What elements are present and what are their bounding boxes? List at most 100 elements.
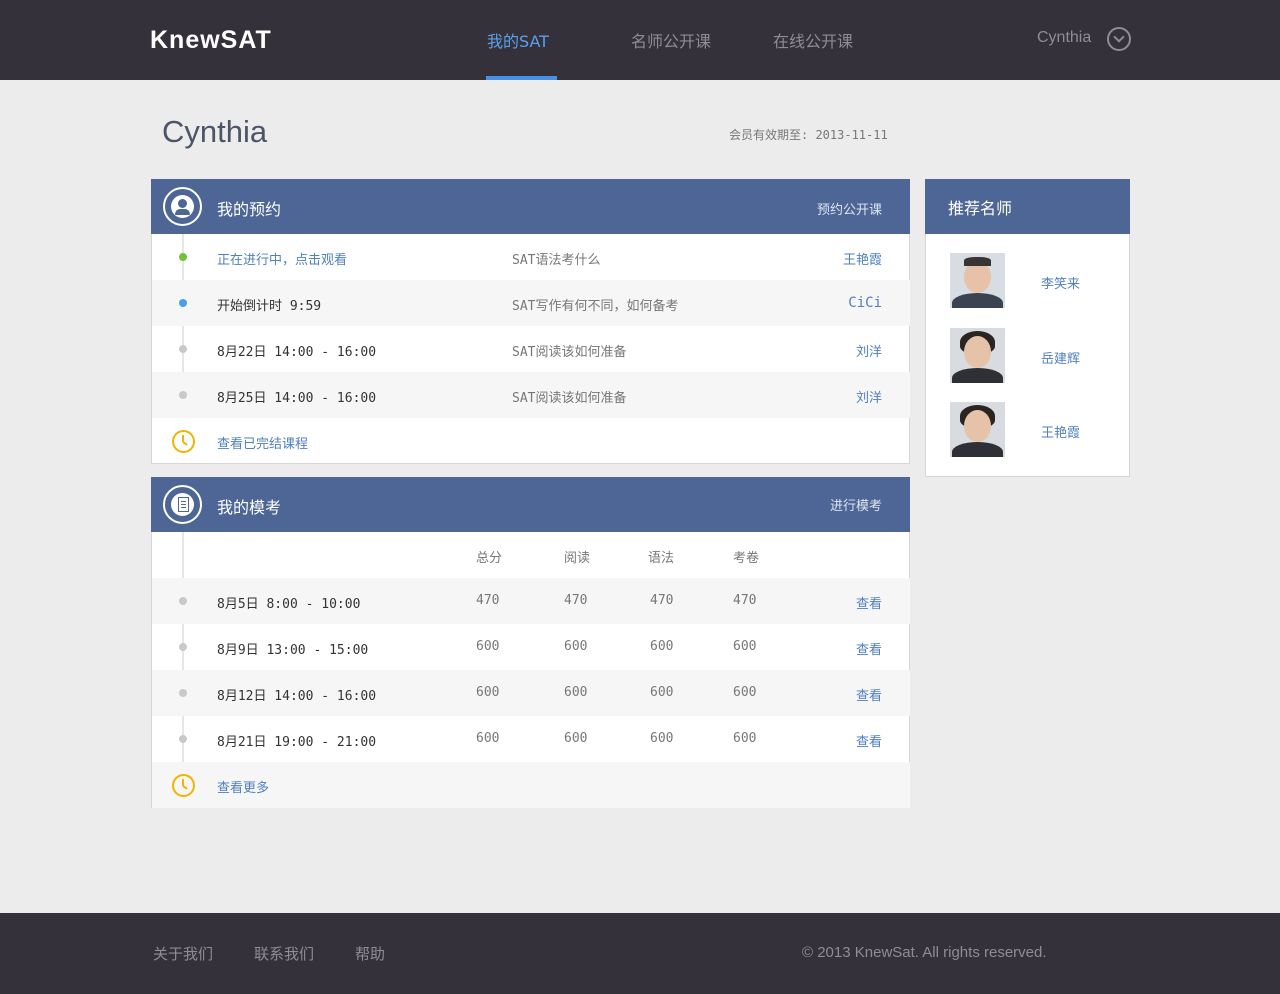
take-mock-exam-button[interactable]: 进行模考 bbox=[830, 495, 882, 514]
appointment-teacher[interactable]: CiCi bbox=[848, 295, 882, 311]
appointment-course: SAT阅读该如何准备 bbox=[512, 391, 627, 406]
user-icon bbox=[163, 187, 202, 226]
document-icon bbox=[163, 485, 202, 524]
view-exam-link[interactable]: 查看 bbox=[856, 685, 882, 704]
exam-grammar: 600 bbox=[650, 731, 674, 746]
exam-status-dot bbox=[179, 643, 187, 651]
live-status-dot bbox=[179, 253, 187, 261]
exam-paper: 600 bbox=[733, 685, 757, 700]
mock-exam-row: 8月5日 8:00 - 10:00 470 470 470 470 查看 bbox=[152, 578, 910, 624]
completed-courses-row[interactable]: 查看已完结课程 bbox=[152, 418, 910, 464]
teacher-avatar[interactable] bbox=[950, 402, 1005, 457]
exam-total: 600 bbox=[476, 685, 500, 700]
chevron-down-icon[interactable] bbox=[1107, 27, 1131, 51]
user-menu-name[interactable]: Cynthia bbox=[1037, 29, 1091, 47]
mock-exams-panel: 我的模考 进行模考 总分 阅读 语法 考卷 8月5日 8:00 - 10:00 … bbox=[151, 477, 910, 808]
view-more-row[interactable]: 查看更多 bbox=[152, 762, 910, 808]
appointments-title: 我的预约 bbox=[217, 200, 282, 219]
scheduled-status-dot bbox=[179, 345, 187, 353]
view-exam-link[interactable]: 查看 bbox=[856, 639, 882, 658]
exam-paper: 600 bbox=[733, 731, 757, 746]
view-exam-link[interactable]: 查看 bbox=[856, 593, 882, 612]
appointment-time: 8月25日 14:00 - 16:00 bbox=[217, 391, 377, 406]
appointment-time: 开始倒计时 9:59 bbox=[217, 299, 322, 314]
column-header-total: 总分 bbox=[476, 551, 503, 566]
teacher-name[interactable]: 李笑来 bbox=[1041, 273, 1080, 292]
appointment-time: 8月22日 14:00 - 16:00 bbox=[217, 345, 377, 360]
exam-time: 8月9日 13:00 - 15:00 bbox=[217, 643, 369, 658]
mock-exam-row: 8月9日 13:00 - 15:00 600 600 600 600 查看 bbox=[152, 624, 910, 670]
page-title: Cynthia bbox=[162, 114, 268, 149]
teacher-avatar[interactable] bbox=[950, 328, 1005, 383]
recommended-teachers-header: 推荐名师 bbox=[925, 179, 1130, 234]
column-header-paper: 考卷 bbox=[733, 551, 760, 566]
page-footer: 关于我们 联系我们 帮助 © 2013 KnewSat. All rights … bbox=[0, 913, 1280, 994]
exam-reading: 600 bbox=[564, 639, 588, 654]
appointment-teacher[interactable]: 王艳霞 bbox=[843, 249, 882, 268]
exam-grammar: 470 bbox=[650, 593, 674, 608]
clock-icon bbox=[172, 774, 195, 797]
exam-paper: 600 bbox=[733, 639, 757, 654]
appointment-row[interactable]: 开始倒计时 9:59 SAT写作有何不同，如何备考 CiCi bbox=[152, 280, 910, 326]
exam-status-dot bbox=[179, 735, 187, 743]
recommended-teachers-title: 推荐名师 bbox=[948, 199, 1013, 218]
exam-time: 8月21日 19:00 - 21:00 bbox=[217, 735, 377, 750]
logo[interactable]: KnewSAT bbox=[150, 26, 272, 55]
footer-link-help[interactable]: 帮助 bbox=[355, 943, 385, 964]
teacher-card[interactable]: 王艳霞 bbox=[950, 402, 1130, 458]
teacher-avatar[interactable] bbox=[950, 253, 1005, 308]
appointment-teacher[interactable]: 刘洋 bbox=[856, 341, 882, 360]
exam-total: 600 bbox=[476, 639, 500, 654]
teacher-card[interactable]: 李笑来 bbox=[950, 253, 1130, 309]
mock-exams-title: 我的模考 bbox=[217, 498, 282, 517]
mock-exams-header: 我的模考 进行模考 bbox=[151, 477, 910, 532]
teacher-name[interactable]: 岳建辉 bbox=[1041, 348, 1080, 367]
appointment-row[interactable]: 8月25日 14:00 - 16:00 SAT阅读该如何准备 刘洋 bbox=[152, 372, 910, 418]
exam-grammar: 600 bbox=[650, 685, 674, 700]
view-exam-link[interactable]: 查看 bbox=[856, 731, 882, 750]
mock-exam-row: 8月12日 14:00 - 16:00 600 600 600 600 查看 bbox=[152, 670, 910, 716]
nav-tab-teacher-courses[interactable]: 名师公开课 bbox=[631, 28, 711, 52]
exam-reading: 600 bbox=[564, 685, 588, 700]
exam-status-dot bbox=[179, 689, 187, 697]
appointments-header: 我的预约 预约公开课 bbox=[151, 179, 910, 234]
appointment-row[interactable]: 8月22日 14:00 - 16:00 SAT阅读该如何准备 刘洋 bbox=[152, 326, 910, 372]
membership-expiry: 会员有效期至: 2013-11-11 bbox=[729, 128, 888, 142]
column-header-reading: 阅读 bbox=[564, 551, 591, 566]
clock-icon bbox=[172, 430, 195, 453]
scheduled-status-dot bbox=[179, 391, 187, 399]
appointment-time[interactable]: 正在进行中，点击观看 bbox=[217, 249, 347, 268]
appointment-course: SAT语法考什么 bbox=[512, 253, 601, 268]
appointments-panel: 我的预约 预约公开课 正在进行中，点击观看 SAT语法考什么 王艳霞 开始倒计时… bbox=[151, 179, 910, 464]
exam-time: 8月12日 14:00 - 16:00 bbox=[217, 689, 377, 704]
teacher-name[interactable]: 王艳霞 bbox=[1041, 422, 1080, 441]
appointment-course: SAT阅读该如何准备 bbox=[512, 345, 627, 360]
footer-link-contact[interactable]: 联系我们 bbox=[254, 943, 314, 964]
exam-paper: 470 bbox=[733, 593, 757, 608]
book-course-button[interactable]: 预约公开课 bbox=[817, 199, 882, 218]
copyright-text: © 2013 KnewSat. All rights reserved. bbox=[802, 944, 1047, 961]
exam-time: 8月5日 8:00 - 10:00 bbox=[217, 597, 361, 612]
appointment-course: SAT写作有何不同，如何备考 bbox=[512, 299, 679, 314]
teacher-card[interactable]: 岳建辉 bbox=[950, 328, 1130, 384]
view-completed-courses-link[interactable]: 查看已完结课程 bbox=[217, 433, 308, 452]
mock-exam-row: 8月21日 19:00 - 21:00 600 600 600 600 查看 bbox=[152, 716, 910, 762]
exam-total: 470 bbox=[476, 593, 500, 608]
footer-link-about[interactable]: 关于我们 bbox=[153, 943, 213, 964]
countdown-status-dot bbox=[179, 299, 187, 307]
appointment-row[interactable]: 正在进行中，点击观看 SAT语法考什么 王艳霞 bbox=[152, 234, 910, 280]
appointment-teacher[interactable]: 刘洋 bbox=[856, 387, 882, 406]
exam-reading: 470 bbox=[564, 593, 588, 608]
top-navigation-bar: KnewSAT 我的SAT 名师公开课 在线公开课 Cynthia bbox=[0, 0, 1280, 80]
active-tab-indicator bbox=[486, 76, 557, 80]
column-header-grammar: 语法 bbox=[648, 551, 675, 566]
exam-status-dot bbox=[179, 597, 187, 605]
nav-tab-online-courses[interactable]: 在线公开课 bbox=[773, 28, 853, 52]
exam-total: 600 bbox=[476, 731, 500, 746]
exam-grammar: 600 bbox=[650, 639, 674, 654]
exam-reading: 600 bbox=[564, 731, 588, 746]
nav-tab-my-sat[interactable]: 我的SAT bbox=[487, 28, 549, 52]
table-header-row: 总分 阅读 语法 考卷 bbox=[152, 532, 910, 578]
view-more-link[interactable]: 查看更多 bbox=[217, 777, 269, 796]
recommended-teachers-panel: 推荐名师 李笑来 岳建辉 王艳霞 bbox=[925, 179, 1130, 477]
